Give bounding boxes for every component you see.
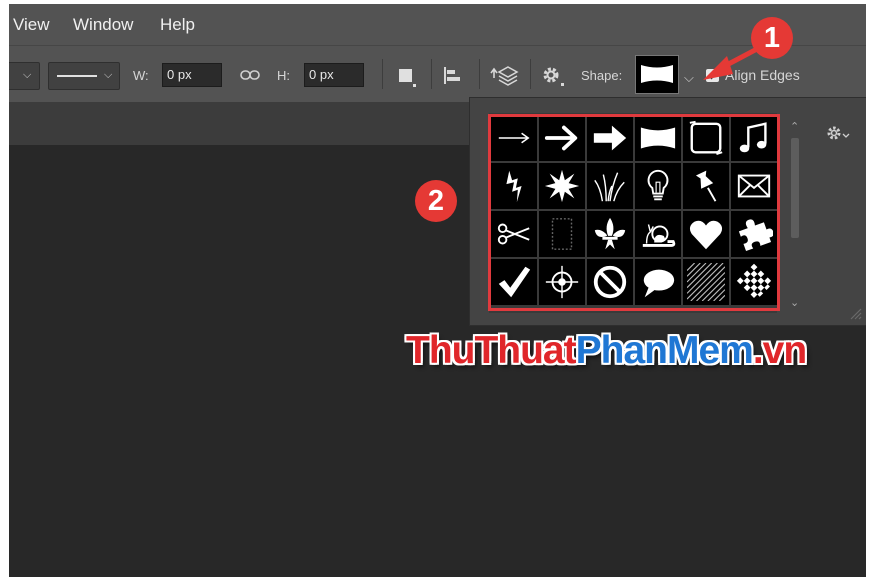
watermark-part3: .vn	[752, 329, 807, 372]
link-icon[interactable]	[240, 70, 260, 80]
scroll-down-icon[interactable]: ⌄	[790, 296, 799, 309]
fill-square-icon[interactable]	[399, 69, 412, 82]
shape-envelope[interactable]	[731, 163, 777, 209]
shape-music-note[interactable]	[731, 115, 777, 161]
banner-icon	[640, 127, 676, 149]
arrow-bold-icon	[544, 125, 578, 151]
chevron-down-icon: ⌵	[23, 69, 32, 81]
shape-checkmark[interactable]	[491, 259, 537, 305]
shape-diagonal-lines[interactable]	[683, 259, 729, 305]
shape-puzzle-piece[interactable]	[731, 211, 777, 257]
stamp-frame-icon	[551, 218, 573, 250]
menu-help[interactable]: Help	[160, 15, 195, 35]
shape-arrow-block[interactable]	[587, 115, 633, 161]
width-field[interactable]: 0 px	[162, 63, 222, 87]
shape-speech-bubble[interactable]	[635, 259, 681, 305]
shape-scissors[interactable]	[491, 211, 537, 257]
watermark-part2: PhanMem	[575, 329, 754, 372]
shape-grass[interactable]	[587, 163, 633, 209]
shape-heart[interactable]	[683, 211, 729, 257]
shape-frame[interactable]	[683, 115, 729, 161]
lightning-icon	[506, 170, 522, 203]
starburst-icon	[544, 169, 580, 203]
lightbulb-icon	[647, 169, 669, 201]
scroll-up-icon[interactable]: ⌃	[790, 120, 799, 133]
annotation-badge-1: 1	[751, 17, 793, 59]
dropdown-dot-icon	[413, 84, 416, 87]
shape-arrow-thin[interactable]	[491, 115, 537, 161]
height-label: H:	[277, 68, 290, 83]
fleur-de-lis-icon	[594, 217, 626, 250]
separator	[530, 59, 531, 89]
no-sign-icon	[593, 265, 627, 299]
shape-target[interactable]	[539, 259, 585, 305]
height-field[interactable]: 0 px	[304, 63, 364, 87]
stroke-type-dropdown[interactable]: ⌵	[48, 62, 120, 90]
envelope-icon	[737, 174, 771, 198]
photoshop-window: View Window Help ⌵ ⌵ W: 0 px H: 0 px Sha…	[9, 4, 866, 577]
path-arrangement-icon[interactable]	[490, 64, 520, 88]
menu-view[interactable]: View	[13, 15, 50, 35]
width-label: W:	[133, 68, 149, 83]
music-note-icon	[739, 122, 767, 153]
shape-checkerboard[interactable]	[731, 259, 777, 305]
banner-shape-icon	[641, 65, 673, 83]
shape-grid	[489, 113, 777, 313]
puzzle-piece-icon	[738, 219, 773, 252]
shape-starburst[interactable]	[539, 163, 585, 209]
path-ops-dropdown[interactable]: ⌵	[9, 62, 40, 90]
arrow-block-icon	[593, 125, 627, 151]
snail-icon	[642, 224, 676, 247]
checkmark-icon	[498, 266, 531, 298]
heart-icon	[689, 220, 723, 250]
panel-gear-icon[interactable]	[825, 124, 851, 142]
shape-banner[interactable]	[635, 115, 681, 161]
frame-icon	[689, 120, 723, 156]
shape-stamp-frame[interactable]	[539, 211, 585, 257]
diagonal-lines-icon	[687, 263, 725, 301]
arrow-thin-icon	[498, 132, 530, 144]
chevron-down-icon: ⌵	[104, 69, 113, 81]
stroke-line-preview	[57, 75, 97, 77]
checkerboard-icon	[736, 263, 772, 298]
grass-icon	[594, 172, 625, 202]
shape-snail[interactable]	[635, 211, 681, 257]
watermark-logo: ThuThuatPhanMem.vn	[406, 329, 807, 373]
pushpin-icon	[695, 170, 717, 202]
shape-lightning[interactable]	[491, 163, 537, 209]
resize-grip-icon[interactable]	[848, 306, 862, 320]
shape-pushpin[interactable]	[683, 163, 729, 209]
gear-icon[interactable]	[541, 65, 565, 87]
separator	[382, 59, 383, 89]
path-alignment-icon[interactable]	[443, 66, 465, 86]
shape-lightbulb[interactable]	[635, 163, 681, 209]
menu-window[interactable]: Window	[73, 15, 133, 35]
shape-selector-button[interactable]	[635, 55, 679, 94]
shape-no-sign[interactable]	[587, 259, 633, 305]
annotation-badge-2: 2	[415, 180, 457, 222]
scroll-thumb[interactable]	[791, 138, 799, 238]
scissors-icon	[497, 223, 530, 245]
shape-fleur-de-lis[interactable]	[587, 211, 633, 257]
shape-arrow-bold[interactable]	[539, 115, 585, 161]
target-icon	[545, 265, 579, 299]
speech-bubble-icon	[643, 269, 675, 298]
shape-picker-panel: ⌃ ⌄	[469, 97, 866, 326]
shape-label: Shape:	[581, 68, 623, 83]
separator	[431, 59, 432, 89]
shape-picker-scrollbar[interactable]: ⌃ ⌄	[786, 120, 804, 314]
watermark-part1: ThuThuat	[406, 329, 577, 372]
separator	[479, 59, 480, 89]
